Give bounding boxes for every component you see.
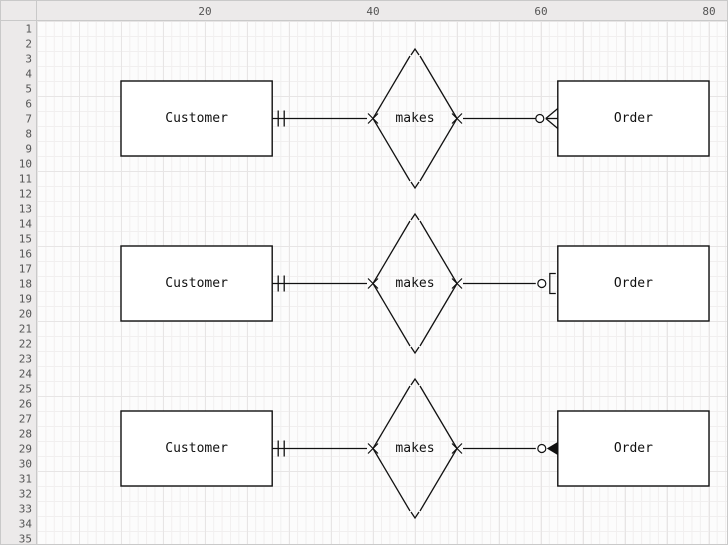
ruler-corner [1, 1, 37, 21]
col-tick: 40 [366, 1, 379, 21]
row-tick: 13 [4, 202, 32, 215]
entity-left-label: Customer [165, 441, 228, 456]
connector-x-icon [368, 279, 378, 289]
connector-x-icon [452, 114, 462, 124]
diamond-edge [373, 284, 410, 347]
diamond-edge [420, 386, 457, 449]
row-tick: 35 [4, 532, 32, 544]
row-tick: 8 [4, 127, 32, 140]
connector-x-icon [368, 444, 378, 454]
cardinality-arrow-icon [548, 443, 558, 455]
row-tick: 14 [4, 217, 32, 230]
row-tick: 9 [4, 142, 32, 155]
row-tick: 4 [4, 67, 32, 80]
row-tick: 19 [4, 292, 32, 305]
cardinality-zero-icon [538, 445, 546, 453]
row-tick: 16 [4, 247, 32, 260]
diamond-edge [373, 449, 410, 512]
row-tick: 15 [4, 232, 32, 245]
entity-right-label: Order [614, 276, 653, 291]
connector-x-icon [452, 444, 462, 454]
row-tick: 22 [4, 337, 32, 350]
caret-up-icon [411, 49, 419, 55]
relationship-label: makes [395, 276, 434, 291]
row-tick: 10 [4, 157, 32, 170]
cardinality-crowsfoot-icon [546, 119, 558, 129]
row-tick: 11 [4, 172, 32, 185]
diamond-edge [420, 119, 457, 182]
row-tick: 30 [4, 457, 32, 470]
row-tick: 3 [4, 52, 32, 65]
column-ruler: 20 40 60 80 [37, 1, 727, 21]
connector-x-icon [368, 114, 378, 124]
row-tick: 20 [4, 307, 32, 320]
entity-right-label: Order [614, 111, 653, 126]
row-tick: 25 [4, 382, 32, 395]
row-tick: 18 [4, 277, 32, 290]
diamond-edge [420, 449, 457, 512]
diamond-edge [373, 221, 410, 284]
row-tick: 17 [4, 262, 32, 275]
row-tick: 1 [4, 22, 32, 35]
cardinality-zero-icon [536, 115, 544, 123]
col-tick: 20 [198, 1, 211, 21]
row-tick: 27 [4, 412, 32, 425]
row-tick: 26 [4, 397, 32, 410]
entity-left-label: Customer [165, 276, 228, 291]
row-tick: 29 [4, 442, 32, 455]
row-tick: 32 [4, 487, 32, 500]
caret-down-icon [411, 512, 419, 518]
row-tick: 28 [4, 427, 32, 440]
row-tick: 31 [4, 472, 32, 485]
diamond-edge [373, 119, 410, 182]
col-tick: 60 [534, 1, 547, 21]
row-tick: 12 [4, 187, 32, 200]
row-tick: 23 [4, 352, 32, 365]
caret-down-icon [411, 182, 419, 188]
relationship-label: makes [395, 111, 434, 126]
row-tick: 24 [4, 367, 32, 380]
row-tick: 33 [4, 502, 32, 515]
entity-right-label: Order [614, 441, 653, 456]
caret-up-icon [411, 214, 419, 220]
caret-down-icon [411, 347, 419, 353]
grid-canvas[interactable]: Customer Order makes Customer Order makes Cust… [37, 21, 727, 544]
cardinality-zero-icon [538, 280, 546, 288]
diamond-edge [420, 221, 457, 284]
diamond-edge [420, 284, 457, 347]
row-tick: 6 [4, 97, 32, 110]
diamond-edge [373, 386, 410, 449]
cardinality-crowsfoot-icon [546, 109, 558, 119]
entity-left-label: Customer [165, 111, 228, 126]
caret-up-icon [411, 379, 419, 385]
diagram-svg: Customer Order makes Customer Order makes Cust… [37, 21, 727, 544]
row-tick: 21 [4, 322, 32, 335]
row-tick: 7 [4, 112, 32, 125]
cardinality-bracket-icon [550, 274, 556, 294]
row-tick: 2 [4, 37, 32, 50]
ascii-grid-editor: 20406080 1234567891011121314151617181920… [0, 0, 728, 545]
diamond-edge [420, 56, 457, 119]
diamond-edge [373, 56, 410, 119]
col-tick: 80 [702, 1, 715, 21]
row-tick: 34 [4, 517, 32, 530]
connector-x-icon [452, 279, 462, 289]
row-tick: 5 [4, 82, 32, 95]
relationship-label: makes [395, 441, 434, 456]
row-ruler: 1234567891011121314151617181920212223242… [1, 21, 37, 544]
